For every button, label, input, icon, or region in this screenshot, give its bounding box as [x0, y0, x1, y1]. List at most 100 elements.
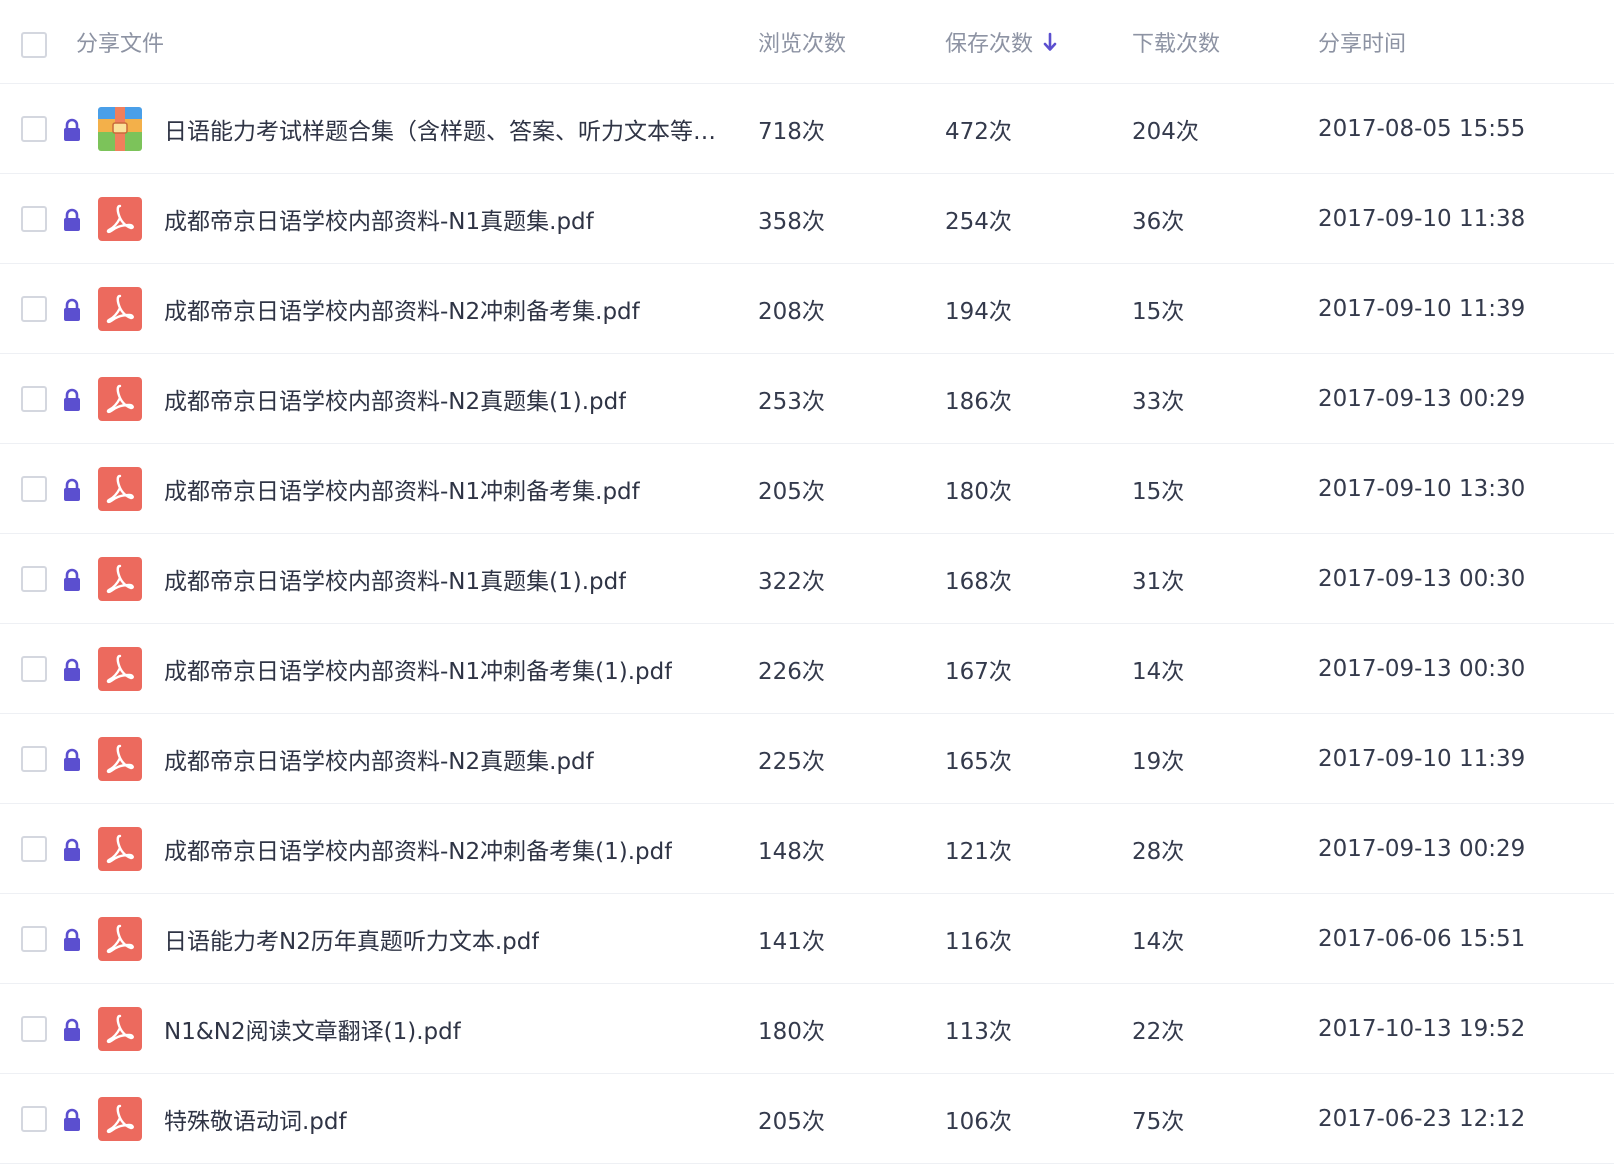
download-count: 31次: [1132, 568, 1185, 595]
select-all-checkbox[interactable]: [21, 32, 47, 58]
save-count: 180次: [945, 478, 1012, 505]
lock-icon: [64, 928, 80, 951]
share-time: 2017-09-13 00:29: [1318, 385, 1526, 412]
save-count: 254次: [945, 208, 1012, 235]
download-count: 19次: [1132, 748, 1185, 775]
share-time: 2017-09-10 13:30: [1318, 475, 1526, 502]
table-row[interactable]: 成都帝京日语学校内部资料-N2冲刺备考集.pdf 208次 194次 15次 2…: [0, 264, 1614, 354]
save-count: 106次: [945, 1108, 1012, 1135]
pdf-icon: [98, 917, 142, 961]
share-time: 2017-08-05 15:55: [1318, 115, 1526, 142]
pdf-icon: [98, 647, 142, 691]
row-checkbox[interactable]: [21, 926, 47, 952]
download-count: 14次: [1132, 928, 1185, 955]
file-name[interactable]: 特殊敬语动词.pdf: [164, 1074, 740, 1163]
save-count: 472次: [945, 118, 1012, 145]
table-row[interactable]: 成都帝京日语学校内部资料-N2冲刺备考集(1).pdf 148次 121次 28…: [0, 804, 1614, 894]
lock-icon: [64, 568, 80, 591]
file-name[interactable]: 日语能力考试样题合集（含样题、答案、听力文本等…: [164, 84, 740, 173]
download-count: 36次: [1132, 208, 1185, 235]
file-name[interactable]: 成都帝京日语学校内部资料-N2真题集.pdf: [164, 714, 740, 803]
view-count: 225次: [758, 748, 825, 775]
row-checkbox[interactable]: [21, 206, 47, 232]
row-checkbox[interactable]: [21, 386, 47, 412]
view-count: 253次: [758, 388, 825, 415]
save-count: 168次: [945, 568, 1012, 595]
lock-icon: [64, 1018, 80, 1041]
lock-icon: [64, 478, 80, 501]
table-row[interactable]: 成都帝京日语学校内部资料-N1真题集(1).pdf 322次 168次 31次 …: [0, 534, 1614, 624]
share-time: 2017-09-13 00:30: [1318, 565, 1526, 592]
header-views[interactable]: 浏览次数: [758, 0, 938, 83]
file-name[interactable]: 成都帝京日语学校内部资料-N1真题集(1).pdf: [164, 534, 740, 623]
row-checkbox[interactable]: [21, 836, 47, 862]
table-row[interactable]: 成都帝京日语学校内部资料-N1冲刺备考集(1).pdf 226次 167次 14…: [0, 624, 1614, 714]
row-checkbox[interactable]: [21, 116, 47, 142]
share-time: 2017-06-23 12:12: [1318, 1105, 1526, 1132]
row-checkbox[interactable]: [21, 566, 47, 592]
row-checkbox[interactable]: [21, 1016, 47, 1042]
pdf-icon: [98, 197, 142, 241]
lock-icon: [64, 118, 80, 141]
header-time[interactable]: 分享时间: [1318, 0, 1608, 83]
pdf-icon: [98, 557, 142, 601]
file-name[interactable]: 成都帝京日语学校内部资料-N2冲刺备考集(1).pdf: [164, 804, 740, 893]
row-checkbox[interactable]: [21, 656, 47, 682]
view-count: 205次: [758, 478, 825, 505]
lock-icon: [64, 388, 80, 411]
file-name[interactable]: 成都帝京日语学校内部资料-N2真题集(1).pdf: [164, 354, 740, 443]
download-count: 15次: [1132, 298, 1185, 325]
share-time: 2017-09-10 11:39: [1318, 295, 1526, 322]
share-time: 2017-09-10 11:38: [1318, 205, 1526, 232]
view-count: 205次: [758, 1108, 825, 1135]
header-saves[interactable]: 保存次数: [945, 0, 1125, 83]
download-count: 75次: [1132, 1108, 1185, 1135]
save-count: 167次: [945, 658, 1012, 685]
view-count: 208次: [758, 298, 825, 325]
file-name[interactable]: 成都帝京日语学校内部资料-N1冲刺备考集(1).pdf: [164, 624, 740, 713]
table-body: 日语能力考试样题合集（含样题、答案、听力文本等… 718次 472次 204次 …: [0, 84, 1614, 1164]
sort-down-arrow-icon[interactable]: [1043, 32, 1057, 52]
pdf-icon: [98, 737, 142, 781]
header-downloads[interactable]: 下载次数: [1132, 0, 1312, 83]
table-row[interactable]: 成都帝京日语学校内部资料-N1真题集.pdf 358次 254次 36次 201…: [0, 174, 1614, 264]
file-name[interactable]: N1&N2阅读文章翻译(1).pdf: [164, 984, 740, 1073]
file-name[interactable]: 成都帝京日语学校内部资料-N1真题集.pdf: [164, 174, 740, 263]
table-row[interactable]: 成都帝京日语学校内部资料-N2真题集(1).pdf 253次 186次 33次 …: [0, 354, 1614, 444]
file-name[interactable]: 成都帝京日语学校内部资料-N1冲刺备考集.pdf: [164, 444, 740, 533]
save-count: 116次: [945, 928, 1012, 955]
table-row[interactable]: 成都帝京日语学校内部资料-N2真题集.pdf 225次 165次 19次 201…: [0, 714, 1614, 804]
download-count: 22次: [1132, 1018, 1185, 1045]
share-time: 2017-06-06 15:51: [1318, 925, 1526, 952]
table-row[interactable]: 成都帝京日语学校内部资料-N1冲刺备考集.pdf 205次 180次 15次 2…: [0, 444, 1614, 534]
table-header: 分享文件 浏览次数 保存次数 下载次数 分享时间: [0, 0, 1614, 84]
view-count: 358次: [758, 208, 825, 235]
table-row[interactable]: 日语能力考试样题合集（含样题、答案、听力文本等… 718次 472次 204次 …: [0, 84, 1614, 174]
file-name[interactable]: 成都帝京日语学校内部资料-N2冲刺备考集.pdf: [164, 264, 740, 353]
table-row[interactable]: N1&N2阅读文章翻译(1).pdf 180次 113次 22次 2017-10…: [0, 984, 1614, 1074]
row-checkbox[interactable]: [21, 296, 47, 322]
save-count: 186次: [945, 388, 1012, 415]
lock-icon: [64, 658, 80, 681]
table-row[interactable]: 日语能力考N2历年真题听力文本.pdf 141次 116次 14次 2017-0…: [0, 894, 1614, 984]
save-count: 165次: [945, 748, 1012, 775]
row-checkbox[interactable]: [21, 476, 47, 502]
lock-icon: [64, 208, 80, 231]
archive-icon: [98, 107, 142, 151]
download-count: 33次: [1132, 388, 1185, 415]
table-row[interactable]: 特殊敬语动词.pdf 205次 106次 75次 2017-06-23 12:1…: [0, 1074, 1614, 1164]
header-saves-label: 保存次数: [945, 31, 1034, 57]
download-count: 204次: [1132, 118, 1199, 145]
row-checkbox[interactable]: [21, 746, 47, 772]
pdf-icon: [98, 1007, 142, 1051]
view-count: 322次: [758, 568, 825, 595]
share-time: 2017-09-10 11:39: [1318, 745, 1526, 772]
lock-icon: [64, 298, 80, 321]
view-count: 718次: [758, 118, 825, 145]
row-checkbox[interactable]: [21, 1106, 47, 1132]
download-count: 15次: [1132, 478, 1185, 505]
file-name[interactable]: 日语能力考N2历年真题听力文本.pdf: [164, 894, 740, 983]
download-count: 28次: [1132, 838, 1185, 865]
pdf-icon: [98, 287, 142, 331]
lock-icon: [64, 1108, 80, 1131]
